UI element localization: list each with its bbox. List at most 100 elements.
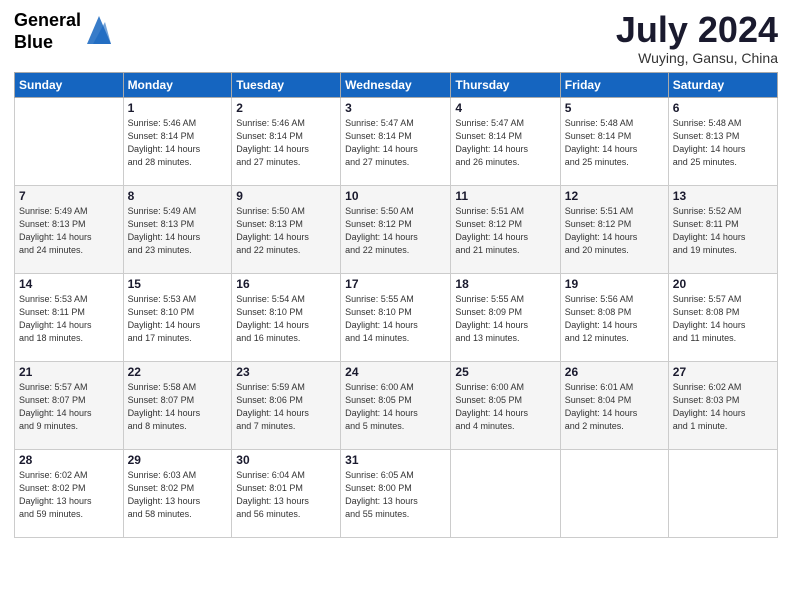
calendar: SundayMondayTuesdayWednesdayThursdayFrid… — [14, 72, 778, 538]
day-number: 23 — [236, 365, 336, 379]
calendar-cell: 30Sunrise: 6:04 AM Sunset: 8:01 PM Dayli… — [232, 449, 341, 537]
calendar-cell: 1 Sunrise: 5:46 AM Sunset: 8:14 PM Daylig… — [123, 97, 232, 185]
calendar-cell: 8 Sunrise: 5:49 AM Sunset: 8:13 PM Daylig… — [123, 185, 232, 273]
day-info: Sunrise: 6:00 AM Sunset: 8:05 PM Dayligh… — [455, 381, 555, 433]
day-info: Sunrise: 6:03 AM Sunset: 8:02 PM Dayligh… — [128, 469, 228, 521]
day-number: 21 — [19, 365, 119, 379]
day-number: 15 — [128, 277, 228, 291]
calendar-cell: 19Sunrise: 5:56 AM Sunset: 8:08 PM Dayli… — [560, 273, 668, 361]
day-info: Sunrise: 5:50 AM Sunset: 8:12 PM Dayligh… — [345, 205, 446, 257]
day-number: 13 — [673, 189, 773, 203]
day-number: 26 — [565, 365, 664, 379]
day-number: 8 — [128, 189, 228, 203]
calendar-cell: 26 Sunrise: 6:01 AM Sunset: 8:04 PM Dayli… — [560, 361, 668, 449]
day-info: Sunrise: 5:57 AM Sunset: 8:07 PM Dayligh… — [19, 381, 119, 433]
day-info: Sunrise: 6:02 AM Sunset: 8:03 PM Dayligh… — [673, 381, 773, 433]
day-info: Sunrise: 6:02 AM Sunset: 8:02 PM Dayligh… — [19, 469, 119, 521]
calendar-cell: 17 Sunrise: 5:55 AM Sunset: 8:10 PM Dayli… — [341, 273, 451, 361]
logo-blue: Blue — [14, 32, 53, 52]
week-row-4: 21 Sunrise: 5:57 AM Sunset: 8:07 PM Dayli… — [15, 361, 778, 449]
day-number: 28 — [19, 453, 119, 467]
day-info: Sunrise: 6:01 AM Sunset: 8:04 PM Dayligh… — [565, 381, 664, 433]
day-info: Sunrise: 5:49 AM Sunset: 8:13 PM Dayligh… — [128, 205, 228, 257]
day-info: Sunrise: 5:48 AM Sunset: 8:13 PM Dayligh… — [673, 117, 773, 169]
day-number: 25 — [455, 365, 555, 379]
week-row-3: 14Sunrise: 5:53 AM Sunset: 8:11 PM Dayli… — [15, 273, 778, 361]
day-number: 24 — [345, 365, 446, 379]
calendar-cell: 6 Sunrise: 5:48 AM Sunset: 8:13 PM Daylig… — [668, 97, 777, 185]
day-number: 7 — [19, 189, 119, 203]
day-info: Sunrise: 5:56 AM Sunset: 8:08 PM Dayligh… — [565, 293, 664, 345]
header: General Blue July 2024 Wuying, Gansu, Ch… — [14, 10, 778, 66]
calendar-cell: 10 Sunrise: 5:50 AM Sunset: 8:12 PM Dayli… — [341, 185, 451, 273]
day-number: 11 — [455, 189, 555, 203]
calendar-cell — [451, 449, 560, 537]
weekday-header-saturday: Saturday — [668, 72, 777, 97]
day-info: Sunrise: 5:46 AM Sunset: 8:14 PM Dayligh… — [128, 117, 228, 169]
calendar-cell: 5Sunrise: 5:48 AM Sunset: 8:14 PM Daylig… — [560, 97, 668, 185]
day-number: 1 — [128, 101, 228, 115]
calendar-cell: 14Sunrise: 5:53 AM Sunset: 8:11 PM Dayli… — [15, 273, 124, 361]
calendar-cell: 16Sunrise: 5:54 AM Sunset: 8:10 PM Dayli… — [232, 273, 341, 361]
day-number: 3 — [345, 101, 446, 115]
calendar-cell — [560, 449, 668, 537]
calendar-cell: 15Sunrise: 5:53 AM Sunset: 8:10 PM Dayli… — [123, 273, 232, 361]
day-info: Sunrise: 5:46 AM Sunset: 8:14 PM Dayligh… — [236, 117, 336, 169]
day-info: Sunrise: 5:47 AM Sunset: 8:14 PM Dayligh… — [345, 117, 446, 169]
day-number: 6 — [673, 101, 773, 115]
calendar-cell: 28 Sunrise: 6:02 AM Sunset: 8:02 PM Dayli… — [15, 449, 124, 537]
calendar-cell: 27 Sunrise: 6:02 AM Sunset: 8:03 PM Dayli… — [668, 361, 777, 449]
day-info: Sunrise: 5:51 AM Sunset: 8:12 PM Dayligh… — [455, 205, 555, 257]
calendar-cell: 20 Sunrise: 5:57 AM Sunset: 8:08 PM Dayli… — [668, 273, 777, 361]
calendar-cell: 24 Sunrise: 6:00 AM Sunset: 8:05 PM Dayli… — [341, 361, 451, 449]
weekday-header-wednesday: Wednesday — [341, 72, 451, 97]
day-info: Sunrise: 6:00 AM Sunset: 8:05 PM Dayligh… — [345, 381, 446, 433]
day-number: 17 — [345, 277, 446, 291]
day-number: 10 — [345, 189, 446, 203]
month-year: July 2024 — [616, 10, 778, 50]
day-info: Sunrise: 5:47 AM Sunset: 8:14 PM Dayligh… — [455, 117, 555, 169]
day-number: 16 — [236, 277, 336, 291]
calendar-cell: 21 Sunrise: 5:57 AM Sunset: 8:07 PM Dayli… — [15, 361, 124, 449]
day-info: Sunrise: 6:04 AM Sunset: 8:01 PM Dayligh… — [236, 469, 336, 521]
calendar-cell: 11 Sunrise: 5:51 AM Sunset: 8:12 PM Dayli… — [451, 185, 560, 273]
calendar-cell: 9Sunrise: 5:50 AM Sunset: 8:13 PM Daylig… — [232, 185, 341, 273]
day-number: 20 — [673, 277, 773, 291]
day-number: 22 — [128, 365, 228, 379]
weekday-header-friday: Friday — [560, 72, 668, 97]
calendar-cell: 2Sunrise: 5:46 AM Sunset: 8:14 PM Daylig… — [232, 97, 341, 185]
calendar-cell: 25 Sunrise: 6:00 AM Sunset: 8:05 PM Dayli… — [451, 361, 560, 449]
calendar-cell — [15, 97, 124, 185]
calendar-cell: 22Sunrise: 5:58 AM Sunset: 8:07 PM Dayli… — [123, 361, 232, 449]
day-info: Sunrise: 5:55 AM Sunset: 8:10 PM Dayligh… — [345, 293, 446, 345]
location: Wuying, Gansu, China — [616, 50, 778, 66]
day-info: Sunrise: 5:51 AM Sunset: 8:12 PM Dayligh… — [565, 205, 664, 257]
day-number: 27 — [673, 365, 773, 379]
calendar-cell: 31 Sunrise: 6:05 AM Sunset: 8:00 PM Dayli… — [341, 449, 451, 537]
weekday-header-thursday: Thursday — [451, 72, 560, 97]
week-row-2: 7 Sunrise: 5:49 AM Sunset: 8:13 PM Daylig… — [15, 185, 778, 273]
logo: General Blue — [14, 10, 115, 53]
day-number: 5 — [565, 101, 664, 115]
calendar-cell: 13 Sunrise: 5:52 AM Sunset: 8:11 PM Dayli… — [668, 185, 777, 273]
logo-icon — [83, 12, 115, 48]
calendar-cell: 23Sunrise: 5:59 AM Sunset: 8:06 PM Dayli… — [232, 361, 341, 449]
day-number: 31 — [345, 453, 446, 467]
day-info: Sunrise: 5:52 AM Sunset: 8:11 PM Dayligh… — [673, 205, 773, 257]
calendar-cell: 12Sunrise: 5:51 AM Sunset: 8:12 PM Dayli… — [560, 185, 668, 273]
calendar-cell: 29 Sunrise: 6:03 AM Sunset: 8:02 PM Dayli… — [123, 449, 232, 537]
calendar-cell: 18 Sunrise: 5:55 AM Sunset: 8:09 PM Dayli… — [451, 273, 560, 361]
week-row-5: 28 Sunrise: 6:02 AM Sunset: 8:02 PM Dayli… — [15, 449, 778, 537]
day-info: Sunrise: 5:57 AM Sunset: 8:08 PM Dayligh… — [673, 293, 773, 345]
day-info: Sunrise: 5:55 AM Sunset: 8:09 PM Dayligh… — [455, 293, 555, 345]
day-info: Sunrise: 6:05 AM Sunset: 8:00 PM Dayligh… — [345, 469, 446, 521]
day-number: 29 — [128, 453, 228, 467]
day-number: 18 — [455, 277, 555, 291]
day-number: 4 — [455, 101, 555, 115]
day-number: 9 — [236, 189, 336, 203]
logo-general: General — [14, 10, 81, 30]
day-info: Sunrise: 5:53 AM Sunset: 8:11 PM Dayligh… — [19, 293, 119, 345]
calendar-cell: 3 Sunrise: 5:47 AM Sunset: 8:14 PM Daylig… — [341, 97, 451, 185]
title-block: July 2024 Wuying, Gansu, China — [616, 10, 778, 66]
day-info: Sunrise: 5:49 AM Sunset: 8:13 PM Dayligh… — [19, 205, 119, 257]
